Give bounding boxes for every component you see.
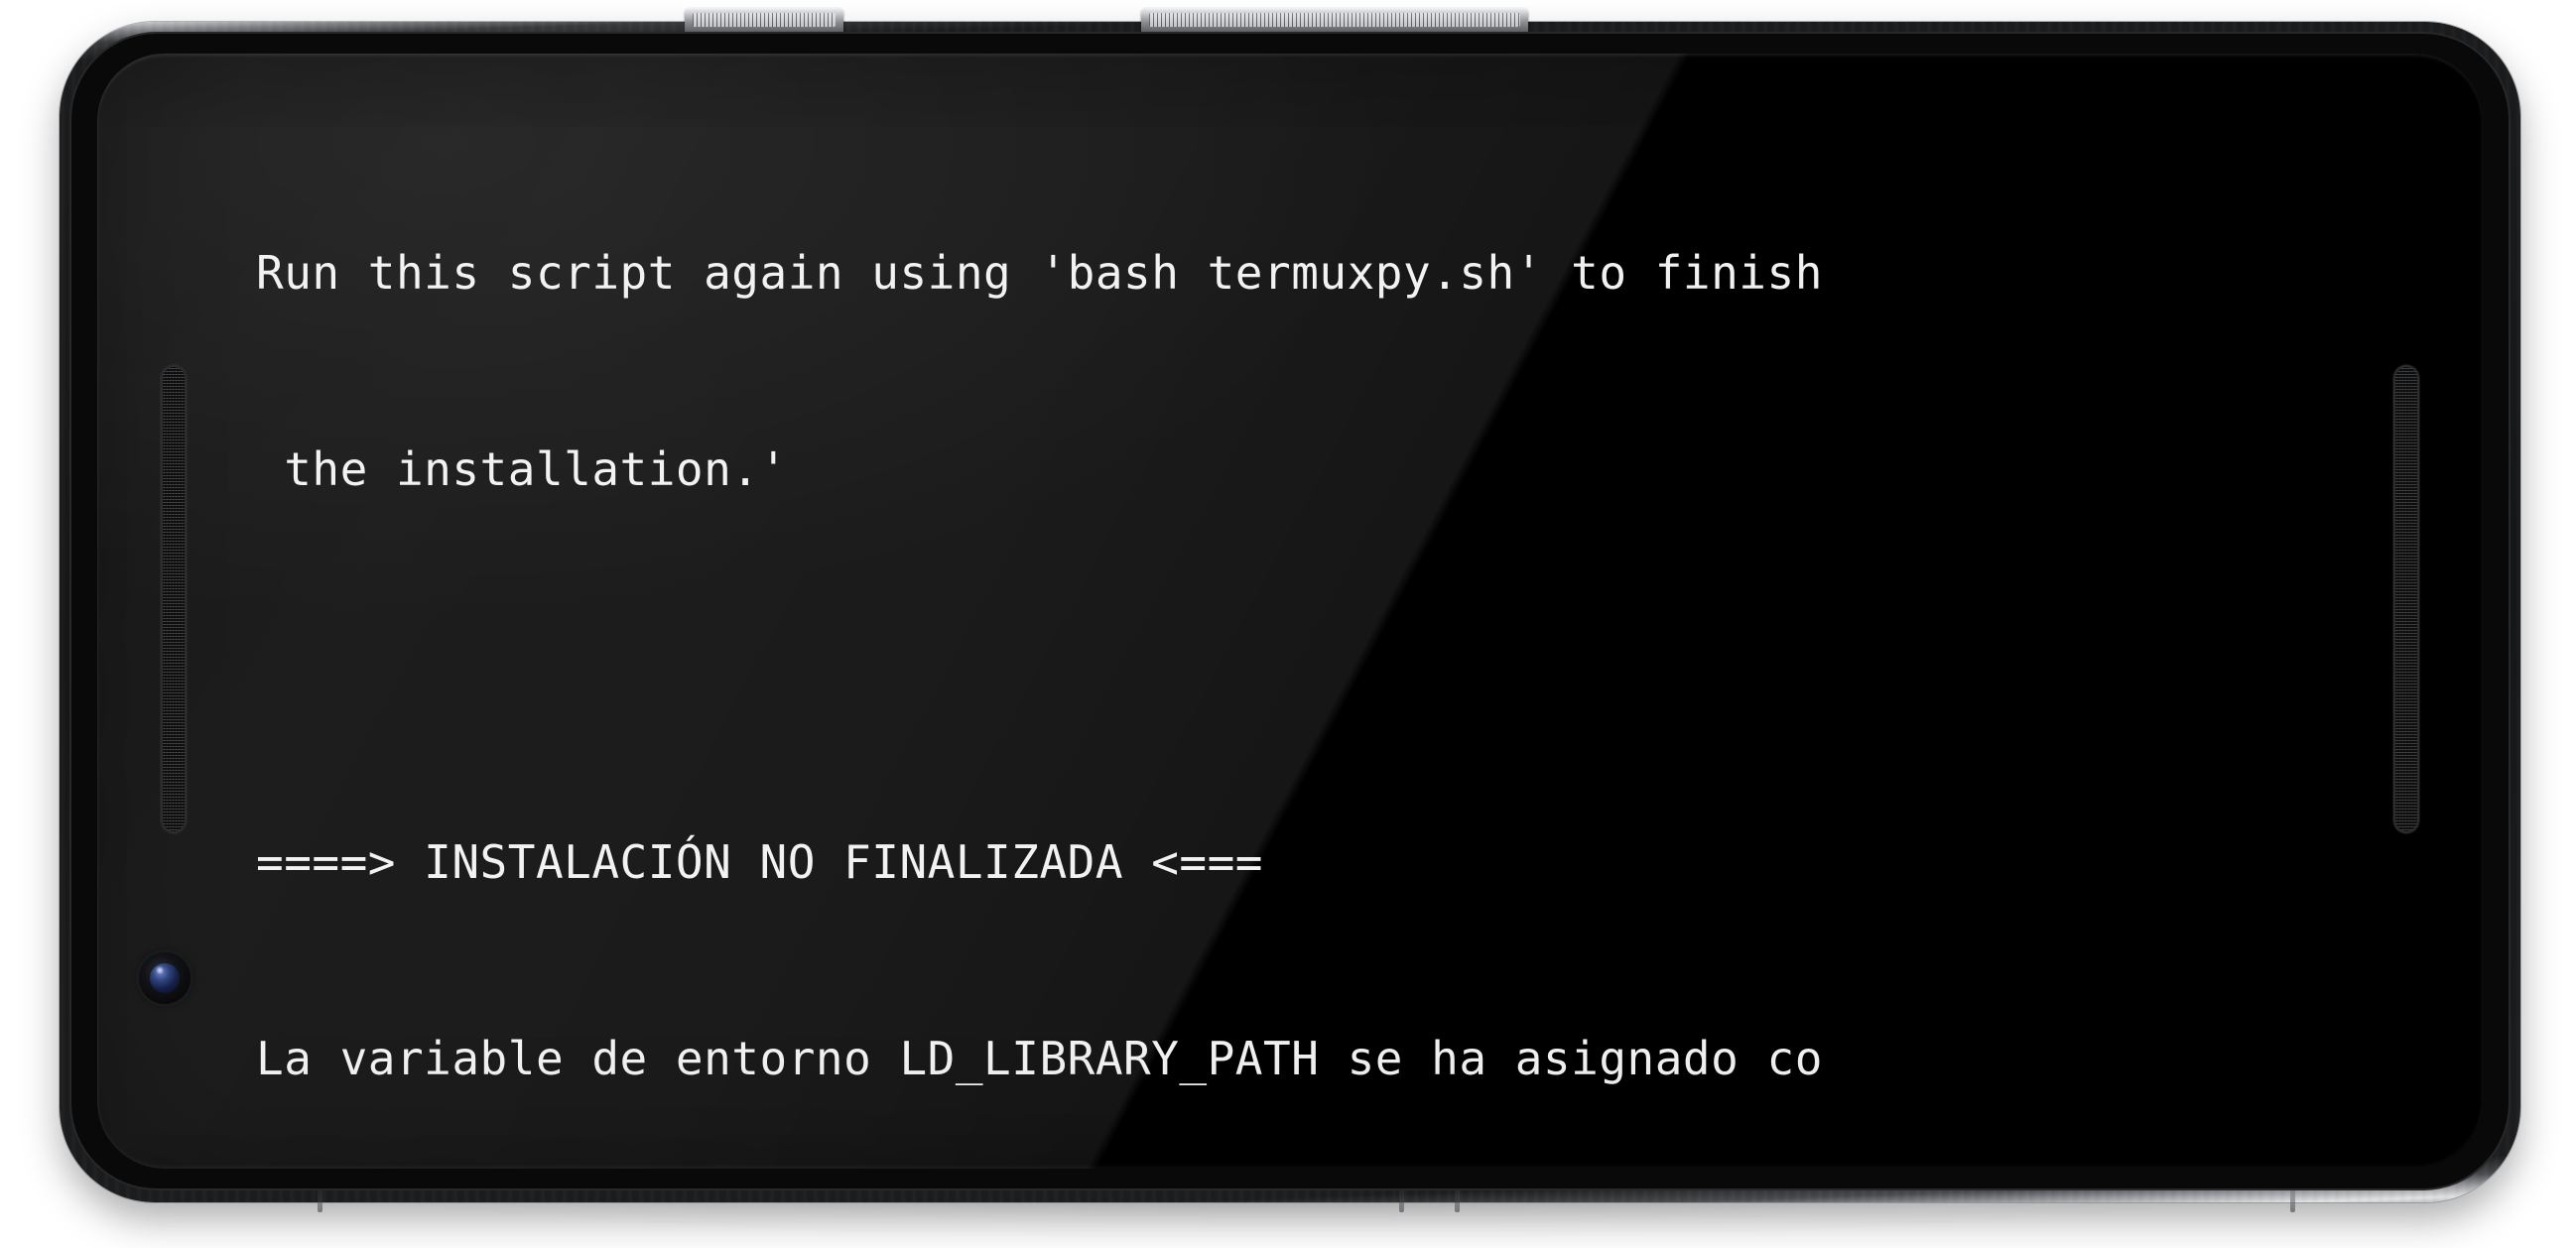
phone-display[interactable]: Run this script again using 'bash termux… [97, 54, 2483, 1169]
screenshot-scene: Run this script again using 'bash termux… [0, 0, 2576, 1248]
terminal-line-banner: ====> INSTALACIÓN NO FINALIZADA <=== [256, 835, 1263, 889]
terminal-line: the installation.' [256, 442, 788, 496]
terminal-line: Run this script again using 'bash termux… [256, 246, 1823, 300]
front-camera-icon [139, 952, 191, 1004]
volume-rocker[interactable] [1141, 8, 1528, 34]
camera-lens-glint [155, 966, 165, 974]
speaker-grille-right-icon [2393, 365, 2419, 833]
terminal-line: La variable de entorno LD_LIBRARY_PATH s… [256, 1032, 1823, 1085]
power-button[interactable] [685, 8, 843, 34]
terminal-output[interactable]: Run this script again using 'bash termux… [97, 54, 2483, 1169]
smartphone-device: Run this script again using 'bash termux… [60, 8, 2520, 1228]
device-bezel: Run this script again using 'bash termux… [69, 32, 2511, 1190]
speaker-grille-left-icon [161, 365, 187, 833]
